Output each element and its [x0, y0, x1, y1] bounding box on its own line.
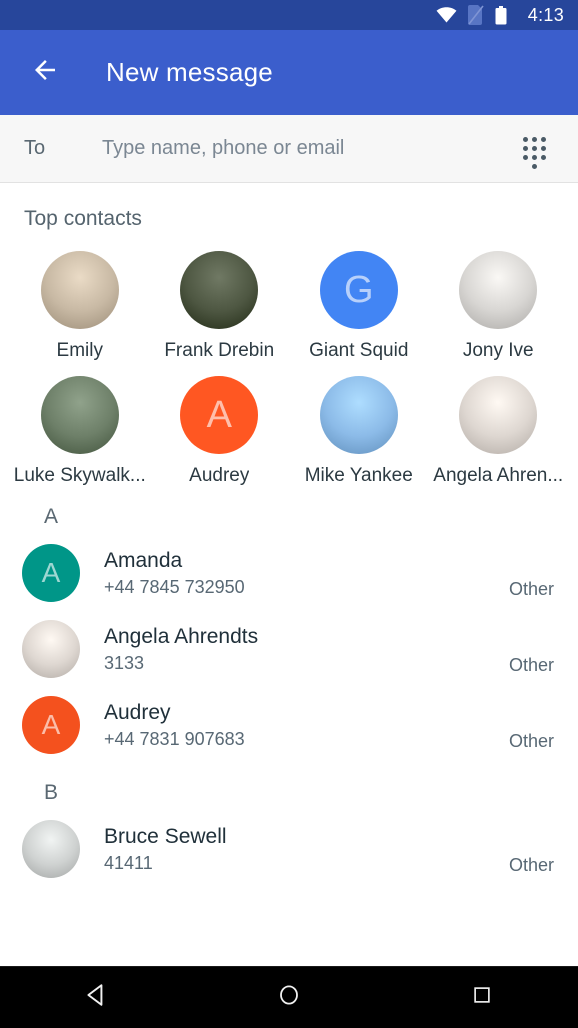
avatar: A: [22, 696, 80, 754]
contact-text: Audrey +44 7831 907683: [104, 700, 497, 749]
contact-text: Bruce Sewell 41411: [104, 824, 497, 873]
sim-card-off-icon: [467, 5, 484, 25]
avatar: [40, 376, 119, 454]
phone-screen: 4:13 New message To Top contacts: [0, 0, 578, 1028]
top-contacts-title: Top contacts: [24, 207, 142, 230]
contact-label-tag: Other: [508, 655, 554, 675]
top-contact-item[interactable]: Angela Ahren...: [429, 376, 569, 487]
contact-list: A A Amanda +44 7845 732950 Other Angela Ahren…: [0, 487, 578, 887]
avatar-photo: [459, 251, 537, 329]
avatar-photo: [459, 376, 537, 454]
avatar-photo: [180, 251, 258, 329]
top-contact-item[interactable]: Emily: [10, 251, 150, 362]
contact-detail: +44 7831 907683: [104, 728, 245, 749]
avatar-photo: [22, 620, 80, 678]
top-contact-item[interactable]: A Audrey: [150, 376, 290, 487]
recipient-row: To: [0, 115, 578, 183]
page-title: New message: [106, 57, 273, 87]
contact-label-tag: Other: [508, 579, 554, 599]
top-contact-name: Jony Ive: [462, 340, 534, 361]
home-nav-button[interactable]: [254, 967, 324, 1028]
recents-nav-button[interactable]: [447, 967, 517, 1028]
avatar-photo: [320, 376, 398, 454]
top-contact-item[interactable]: Luke Skywalk...: [10, 376, 150, 487]
contact-detail: +44 7845 732950: [104, 576, 245, 597]
recipient-input[interactable]: [102, 137, 516, 160]
contact-detail: 3133: [104, 652, 145, 673]
avatar-photo: [41, 251, 119, 329]
top-contact-name: Frank Drebin: [164, 340, 275, 361]
avatar-initial: A: [206, 394, 232, 436]
circle-home-icon: [277, 983, 301, 1012]
contact-name: Amanda: [104, 549, 183, 573]
top-contact-name: Angela Ahren...: [433, 465, 564, 486]
avatar: [180, 251, 259, 329]
app-bar: New message: [0, 30, 578, 115]
contact-detail: 41411: [104, 852, 153, 873]
top-contact-item[interactable]: G Giant Squid: [289, 251, 429, 362]
avatar-initial: A: [41, 557, 61, 588]
avatar: A: [180, 376, 259, 454]
avatar-photo: [22, 820, 80, 878]
content-area[interactable]: Top contacts Emily Frank Drebin G Giant Squ…: [0, 183, 578, 966]
to-label: To: [24, 137, 46, 159]
avatar: [40, 251, 119, 329]
avatar-initial: A: [41, 709, 61, 740]
status-bar-clock: 4:13: [527, 4, 564, 25]
square-recents-icon: [471, 984, 493, 1011]
contact-row[interactable]: Angela Ahrendts 3133 Other: [0, 611, 578, 687]
alpha-section-header: A: [44, 505, 59, 528]
top-contact-item[interactable]: Mike Yankee: [289, 376, 429, 487]
arrow-back-icon: [30, 55, 60, 90]
contact-label-tag: Other: [508, 731, 554, 751]
dialpad-icon: [523, 133, 549, 169]
contact-text: Amanda +44 7845 732950: [104, 548, 497, 597]
avatar: [22, 620, 80, 678]
contact-row[interactable]: A Amanda +44 7845 732950 Other: [0, 535, 578, 611]
back-nav-button[interactable]: [61, 967, 131, 1028]
contact-name: Bruce Sewell: [104, 825, 227, 849]
back-button[interactable]: [22, 50, 68, 96]
status-bar-icons: 4:13: [436, 5, 564, 26]
status-bar: 4:13: [0, 0, 578, 30]
top-contact-name: Audrey: [189, 465, 250, 486]
avatar: [22, 820, 80, 878]
contact-row[interactable]: A Audrey +44 7831 907683 Other: [0, 687, 578, 763]
top-contact-item[interactable]: Jony Ive: [429, 251, 569, 362]
top-contact-name: Emily: [56, 340, 103, 361]
avatar-initial: G: [343, 269, 374, 311]
avatar: [319, 376, 398, 454]
avatar: [459, 376, 538, 454]
contact-name: Audrey: [104, 701, 171, 725]
avatar: A: [22, 544, 80, 602]
battery-icon: [495, 5, 507, 25]
top-contact-name: Luke Skywalk...: [13, 465, 146, 486]
top-contacts-grid: Emily Frank Drebin G Giant Squid Jony Ive Luk…: [0, 231, 578, 487]
contact-row[interactable]: Bruce Sewell 41411 Other: [0, 811, 578, 887]
contact-label-tag: Other: [508, 855, 554, 875]
contact-name: Angela Ahrendts: [104, 625, 259, 649]
top-contact-name: Mike Yankee: [304, 465, 413, 486]
wifi-icon: [436, 7, 457, 23]
alpha-section-header: B: [44, 781, 59, 804]
triangle-back-icon: [83, 982, 109, 1013]
top-contact-name: Giant Squid: [309, 340, 409, 361]
dialpad-button[interactable]: [516, 127, 556, 171]
top-contact-item[interactable]: Frank Drebin: [150, 251, 290, 362]
avatar: [459, 251, 538, 329]
android-nav-bar: [0, 966, 578, 1028]
contact-text: Angela Ahrendts 3133: [104, 624, 497, 673]
avatar: G: [319, 251, 398, 329]
avatar-photo: [41, 376, 119, 454]
